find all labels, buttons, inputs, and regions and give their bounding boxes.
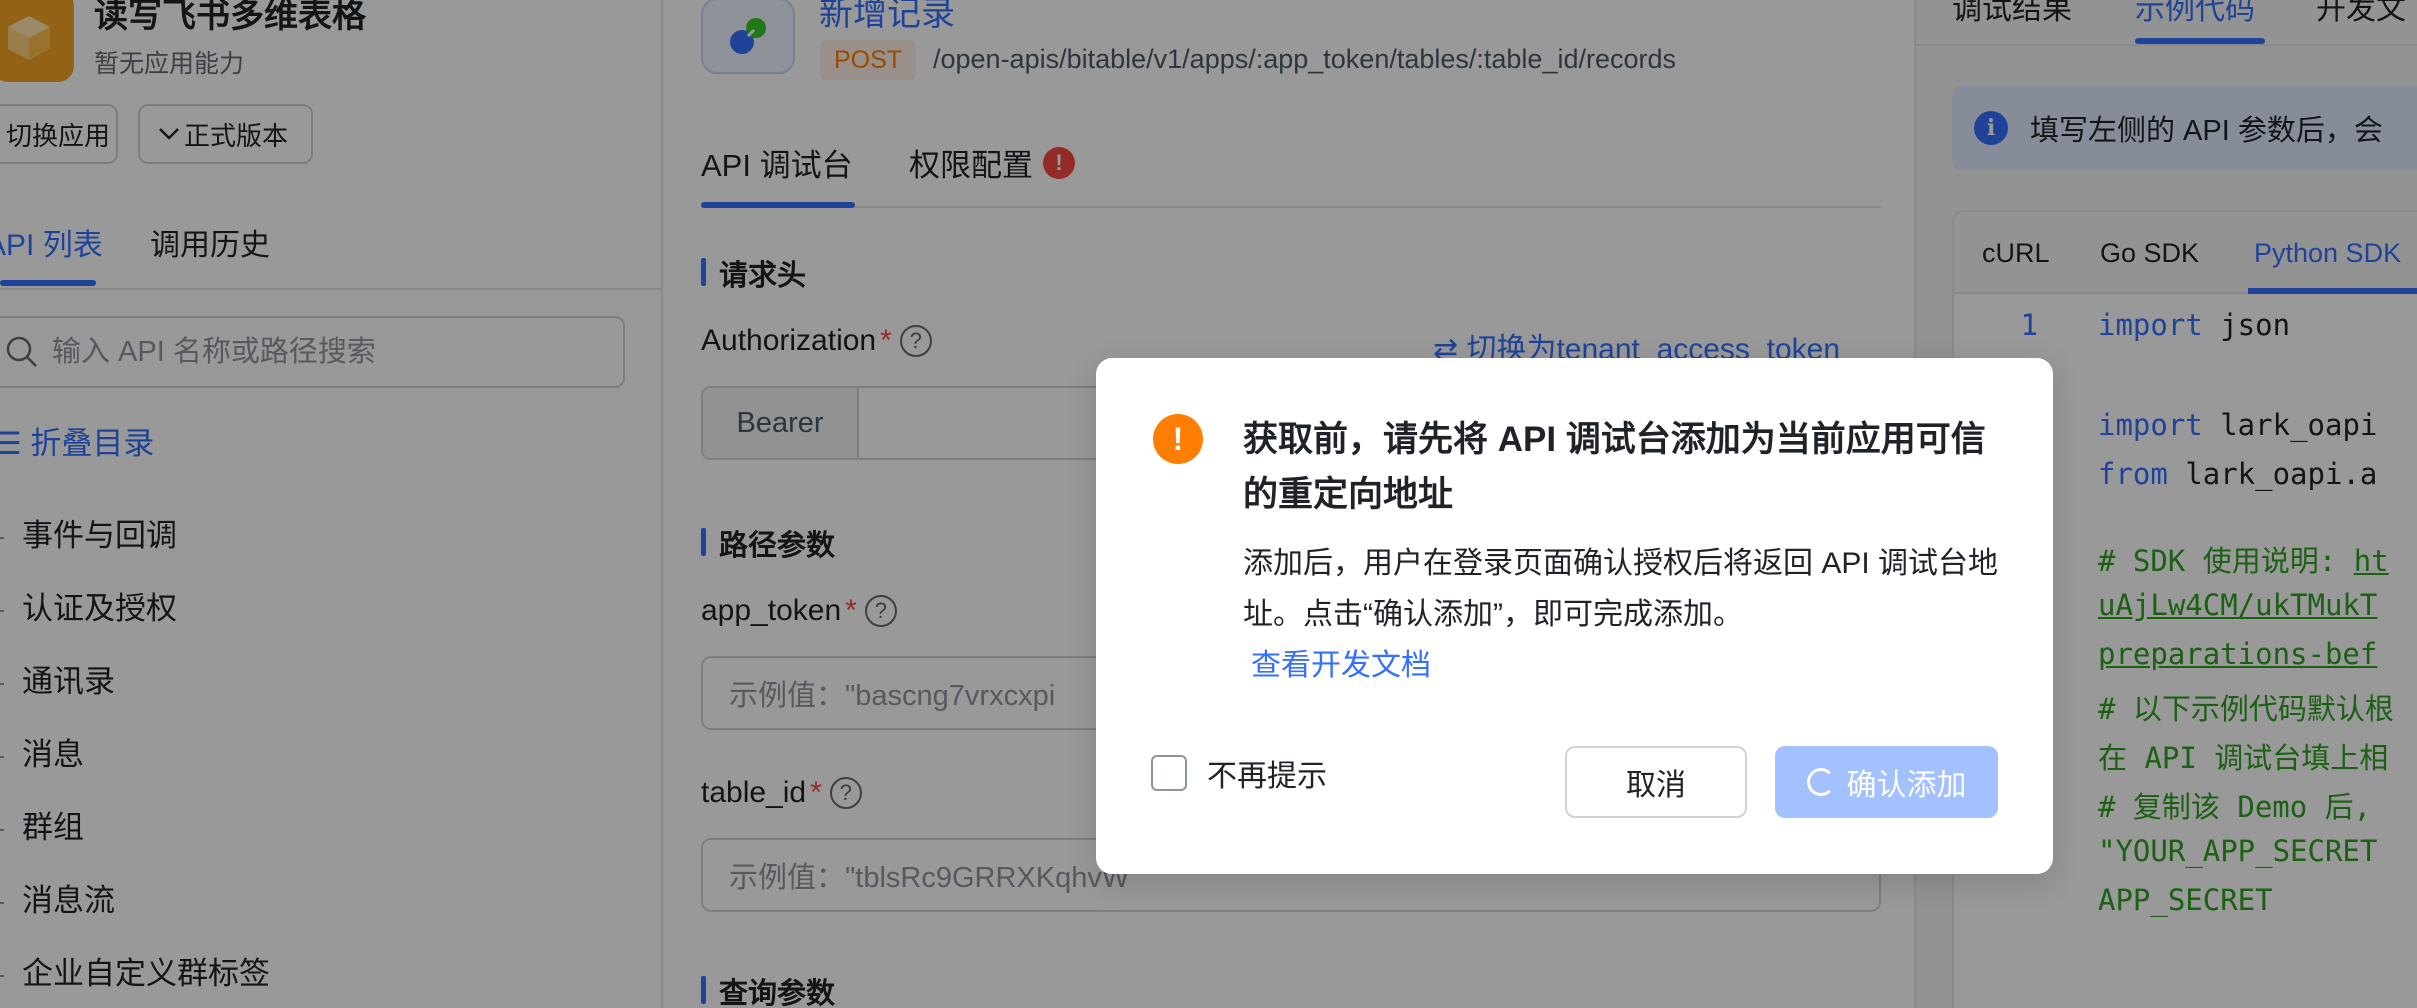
dialog-title: 获取前，请先将 API 调试台添加为当前应用可信的重定向地址 [1243,420,1986,514]
view-docs-link[interactable]: 查看开发文档 [1251,640,1431,684]
dialog-body: 添加后，用户在登录页面确认授权后将返回 API 调试台地址。点击“确认添加”，即… [1243,547,1999,631]
confirm-add-button[interactable]: 确认添加 [1775,746,1998,818]
checkbox-box[interactable] [1151,755,1187,791]
loading-spinner-icon [1806,768,1835,796]
checkbox-label: 不再提示 [1207,760,1327,793]
redirect-confirm-dialog: ! 获取前，请先将 API 调试台添加为当前应用可信的重定向地址 添加后，用户在… [1096,358,2053,874]
warning-icon: ! [1153,414,1203,464]
confirm-label: 确认添加 [1846,769,1967,802]
cancel-label: 取消 [1626,769,1686,802]
dont-show-again-checkbox[interactable]: 不再提示 [1151,751,1327,795]
cancel-button[interactable]: 取消 [1565,746,1747,818]
